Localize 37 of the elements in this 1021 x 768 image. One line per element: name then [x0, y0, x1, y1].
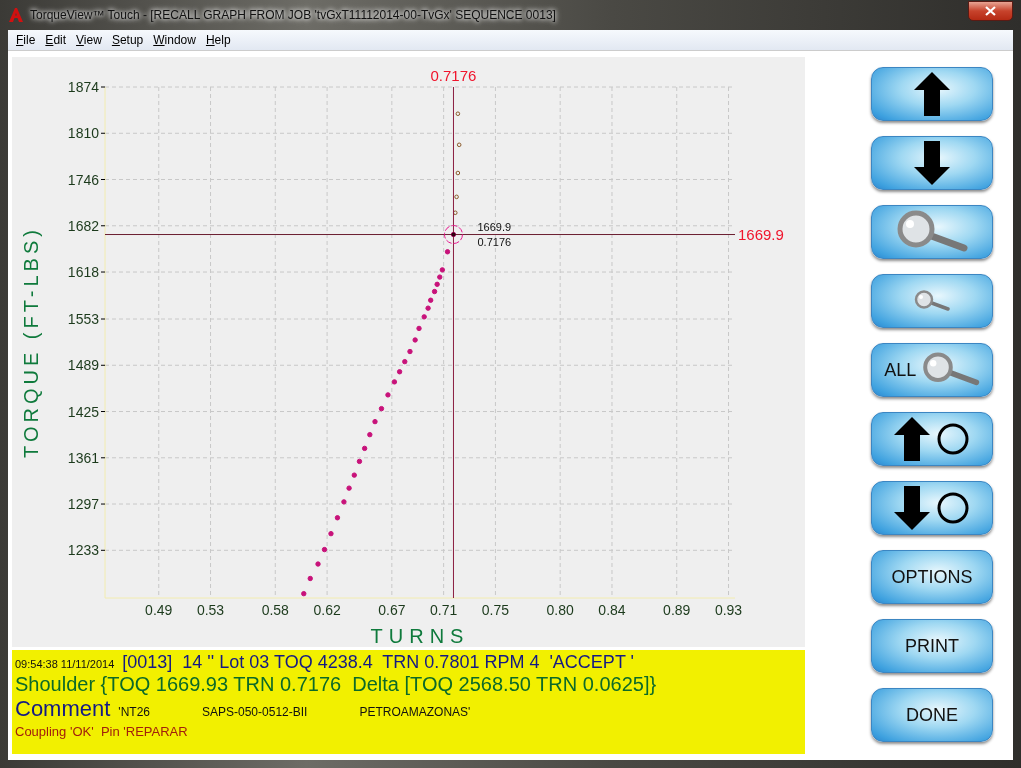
x-tick-label: 0.49	[145, 602, 173, 618]
x-tick-label: 0.75	[481, 602, 510, 618]
comment-text: 'NT26	[118, 705, 150, 719]
y-tick-label: 1682	[67, 217, 99, 234]
comment-text: PETROAMAZONAS'	[359, 705, 471, 719]
x-tick-label: 0.84	[598, 602, 626, 618]
y-tick-label: 1489	[67, 357, 99, 374]
x-tick-label: 0.89	[663, 602, 691, 618]
x-tick-label: 0.93	[714, 602, 743, 618]
y-tick-label: 1618	[67, 264, 99, 281]
x-tick-label: 0.62	[313, 602, 341, 618]
x-tick-label: 0.80	[546, 602, 574, 618]
cursor-label: 0.7176	[430, 67, 477, 84]
x-tick-label: 0.53	[196, 602, 225, 618]
y-tick-label: 1425	[67, 403, 99, 420]
comment-label: Comment	[15, 696, 111, 722]
y-tick-label: 1810	[67, 125, 99, 142]
marker-value: 1669.9	[477, 220, 512, 233]
x-tick-label: 0.58	[261, 602, 289, 618]
marker-value: 0.7176	[477, 235, 512, 248]
shoulder-readout: Shoulder {TOQ 1669.93 TRN 0.7176 Delta [TOQ 2568.50 TRN 0.0625]}	[15, 673, 657, 696]
y-tick-label: 1233	[67, 542, 99, 559]
y-tick-label: 1746	[67, 171, 99, 188]
y-tick-label: 1553	[67, 311, 99, 327]
inspection-status: Coupling 'OK' Pin 'REPARAR	[15, 724, 188, 739]
job-summary: [0013] 14 '' Lot 03 TOQ 4238.4 TRN 0.7801 RPM 4 'ACCEPT '	[122, 652, 634, 673]
y-tick-label: 1874	[67, 79, 99, 95]
y-axis-title: TORQUE (FT-LBS)	[20, 226, 42, 458]
cursor-label: 1669.9	[738, 225, 784, 243]
comment-text: SAPS-050-0512-BII	[202, 705, 308, 719]
timestamp: 09:54:38 11/11/2014	[15, 658, 115, 670]
x-axis-title: TURNS	[370, 625, 470, 647]
y-tick-label: 1297	[67, 496, 99, 513]
window-title: TorqueView™ Touch - [RECALL GRAPH FROM JOB 'tvGxT11112014-00-TvGx' SEQUENCE 0013]	[30, 8, 556, 22]
x-tick-label: 0.67	[378, 602, 406, 618]
y-tick-label: 1361	[67, 449, 99, 466]
x-tick-label: 0.71	[430, 602, 458, 618]
